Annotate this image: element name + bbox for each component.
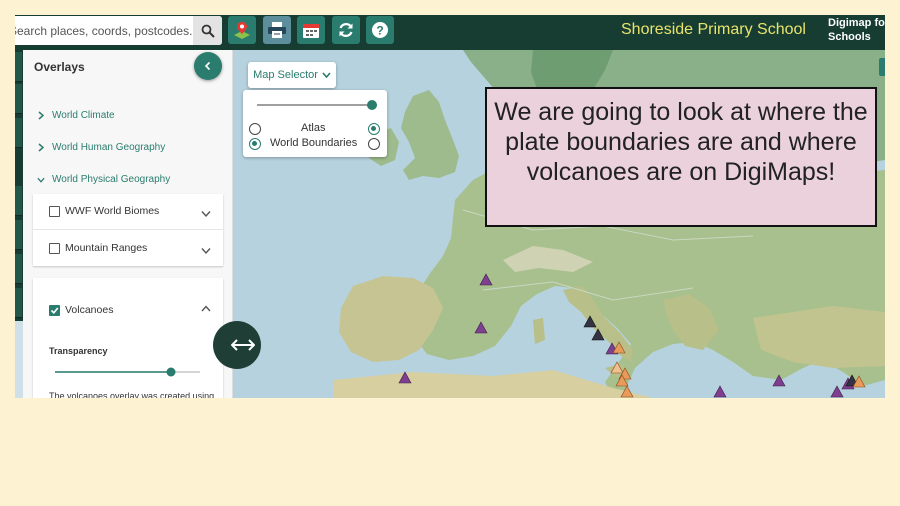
print-button[interactable] (263, 16, 291, 44)
radio-atlas-right[interactable] (368, 123, 380, 135)
school-name: Shoreside Primary School (621, 21, 806, 38)
category-world-climate[interactable]: World Climate (37, 110, 115, 121)
chevron-right-icon (37, 143, 45, 153)
category-world-physical-geography[interactable]: World Physical Geography (37, 174, 170, 185)
svg-text:?: ? (376, 24, 383, 38)
print-icon (268, 22, 286, 38)
option-label-atlas: Atlas (301, 122, 326, 134)
chevron-down-icon[interactable] (201, 210, 211, 218)
map-selector-label: Map Selector (253, 69, 318, 81)
chevron-down-icon[interactable] (201, 247, 211, 255)
overlays-panel: Overlays World Climate World Human Geogr… (23, 50, 233, 398)
option-label-world-boundaries: World Boundaries (270, 137, 358, 149)
digimap-brand: Digimap for Schools (828, 16, 885, 44)
map-blend-slider[interactable] (257, 98, 377, 112)
volcanoes-description: The volcanoes overlay was created using … (49, 391, 215, 398)
left-tool-strip (15, 50, 23, 321)
chevron-right-icon (37, 111, 45, 121)
panel-resize-handle[interactable] (213, 321, 261, 369)
refresh-button[interactable] (332, 16, 360, 44)
strip-tab[interactable] (15, 220, 22, 250)
top-toolbar: ? Shoreside Primary School Digimap for S… (15, 15, 885, 50)
layer-volcanoes[interactable]: Volcanoes (49, 304, 113, 316)
layer-label: Volcanoes (65, 304, 114, 316)
chevron-down-icon (37, 175, 45, 185)
help-button[interactable]: ? (366, 16, 394, 44)
check-icon (50, 306, 59, 314)
strip-tab[interactable] (15, 84, 22, 114)
transparency-slider[interactable] (55, 367, 200, 377)
brand-line-2: Schools (828, 31, 871, 43)
strip-tab[interactable] (15, 118, 22, 148)
strip-tab[interactable] (15, 52, 22, 82)
chevron-up-icon[interactable] (201, 305, 211, 313)
layer-checkbox[interactable] (49, 242, 60, 254)
transparency-label: Transparency (49, 346, 108, 356)
collapse-panel-button[interactable] (194, 52, 222, 80)
slider-thumb[interactable] (166, 367, 176, 377)
strip-tab[interactable] (15, 186, 22, 216)
search-button[interactable] (193, 16, 222, 45)
volcanoes-card: Volcanoes Transparency The volcanoes ove… (33, 278, 223, 398)
layer-mountain-ranges[interactable]: Mountain Ranges (49, 242, 147, 254)
map-selector-popup: Atlas World Boundaries (243, 90, 387, 157)
search-icon (201, 24, 215, 38)
category-world-human-geography[interactable]: World Human Geography (37, 142, 165, 153)
radio-world-boundaries-right[interactable] (368, 138, 380, 150)
radio-world-boundaries-left[interactable] (249, 138, 261, 150)
category-label: World Climate (52, 110, 115, 121)
strip-tab[interactable] (15, 288, 22, 318)
map-right-tab[interactable] (879, 58, 885, 76)
calendar-icon (303, 24, 319, 38)
chevron-down-icon (322, 72, 331, 78)
layers-card: WWF World Biomes Mountain Ranges (33, 194, 223, 266)
layer-wwf-world-biomes[interactable]: WWF World Biomes (49, 205, 159, 217)
brand-line-1: Digimap for (828, 17, 885, 29)
slider-thumb[interactable] (367, 100, 377, 110)
calendar-button[interactable] (297, 16, 325, 44)
overlays-title: Overlays (34, 60, 85, 74)
double-arrow-icon (231, 339, 255, 351)
search-box (15, 16, 222, 45)
category-label: World Physical Geography (52, 174, 171, 185)
layers-marker-icon (234, 22, 250, 39)
chevron-left-icon (204, 61, 211, 71)
layers-marker-button[interactable] (228, 16, 256, 44)
help-icon: ? (372, 22, 388, 38)
slide-callout: We are going to look at where the plate … (485, 87, 877, 227)
divider (33, 229, 223, 230)
refresh-icon (339, 23, 353, 37)
strip-tab[interactable] (15, 254, 22, 284)
search-input[interactable] (15, 16, 193, 45)
layer-checkbox[interactable] (49, 205, 60, 217)
category-label: World Human Geography (52, 142, 166, 153)
map-selector-button[interactable]: Map Selector (248, 62, 336, 88)
layer-label: WWF World Biomes (65, 205, 160, 217)
layer-label: Mountain Ranges (65, 242, 148, 254)
layer-checkbox-checked[interactable] (49, 304, 60, 316)
radio-atlas-left[interactable] (249, 123, 261, 135)
